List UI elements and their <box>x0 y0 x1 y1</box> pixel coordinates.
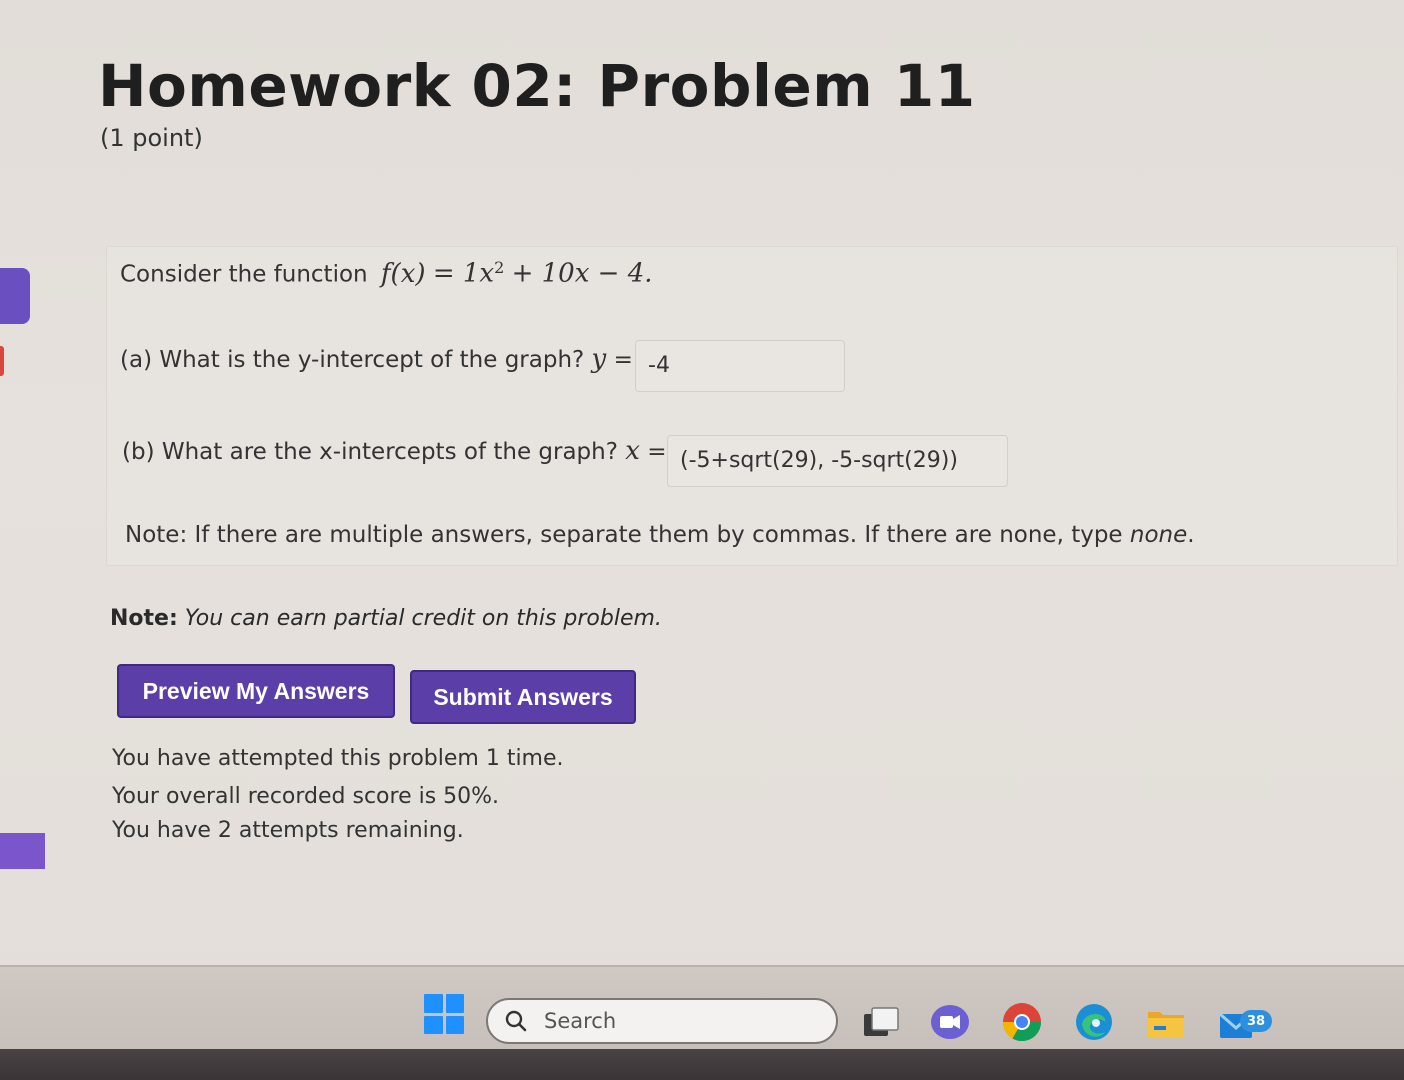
function-rhs-a: = 1x <box>432 258 495 289</box>
note-suffix: . <box>1187 522 1195 548</box>
question-b: (b) What are the x-intercepts of the gra… <box>122 436 667 466</box>
points-label: (1 point) <box>100 124 203 152</box>
task-view-icon[interactable] <box>858 1000 902 1044</box>
file-explorer-icon[interactable] <box>1144 1000 1188 1044</box>
note-em: none <box>1129 522 1188 548</box>
function-statement: Consider the function f(x) = 1x2 + 10x −… <box>120 258 653 289</box>
partial-credit-note: Note: You can earn partial credit on thi… <box>110 606 662 631</box>
sidebar-tab[interactable] <box>0 833 45 869</box>
search-placeholder: Search <box>544 1009 617 1033</box>
sidebar-tab[interactable] <box>0 268 30 324</box>
note-label: Note: <box>110 606 178 631</box>
edge-icon[interactable] <box>1072 1000 1116 1044</box>
note-text: You can earn partial credit on this prob… <box>184 606 662 631</box>
chrome-icon[interactable] <box>1000 1000 1044 1044</box>
question-a: (a) What is the y-intercept of the graph… <box>120 344 633 374</box>
sidebar-marker <box>0 346 4 376</box>
function-lhs: f(x) <box>380 258 426 289</box>
function-rhs-b: + 10x − 4. <box>511 258 653 289</box>
page-title: Homework 02: Problem 11 <box>98 52 976 120</box>
score-text: Your overall recorded score is 50%. <box>112 784 500 809</box>
question-b-text: (b) What are the x-intercepts of the gra… <box>122 439 618 465</box>
answer-a-input[interactable]: -4 <box>635 340 845 392</box>
problem-box <box>106 246 1398 566</box>
windows-start-icon[interactable] <box>424 994 464 1034</box>
question-a-text: (a) What is the y-intercept of the graph… <box>120 347 585 373</box>
teams-chat-icon[interactable] <box>928 1000 972 1044</box>
attempts-text: You have attempted this problem 1 time. <box>112 746 564 771</box>
remaining-text: You have 2 attempts remaining. <box>112 818 464 843</box>
preview-answers-button[interactable]: Preview My Answers <box>117 664 395 718</box>
note-prefix: Note: If there are multiple answers, sep… <box>125 522 1123 548</box>
question-b-eq: = <box>647 439 667 465</box>
mail-badge: 38 <box>1240 1010 1272 1032</box>
answer-b-input[interactable]: (-5+sqrt(29), -5-sqrt(29)) <box>667 435 1008 487</box>
taskbar-search[interactable]: Search <box>486 998 838 1044</box>
multiple-answers-note: Note: If there are multiple answers, sep… <box>125 522 1195 548</box>
question-b-var: x <box>625 436 640 466</box>
question-a-var: y <box>591 344 607 374</box>
search-icon <box>505 1010 527 1032</box>
question-a-eq: = <box>613 347 633 373</box>
intro-text: Consider the function <box>120 261 368 288</box>
submit-answers-button[interactable]: Submit Answers <box>410 670 636 724</box>
function-exponent: 2 <box>494 258 505 277</box>
screen-bezel <box>0 1049 1404 1080</box>
